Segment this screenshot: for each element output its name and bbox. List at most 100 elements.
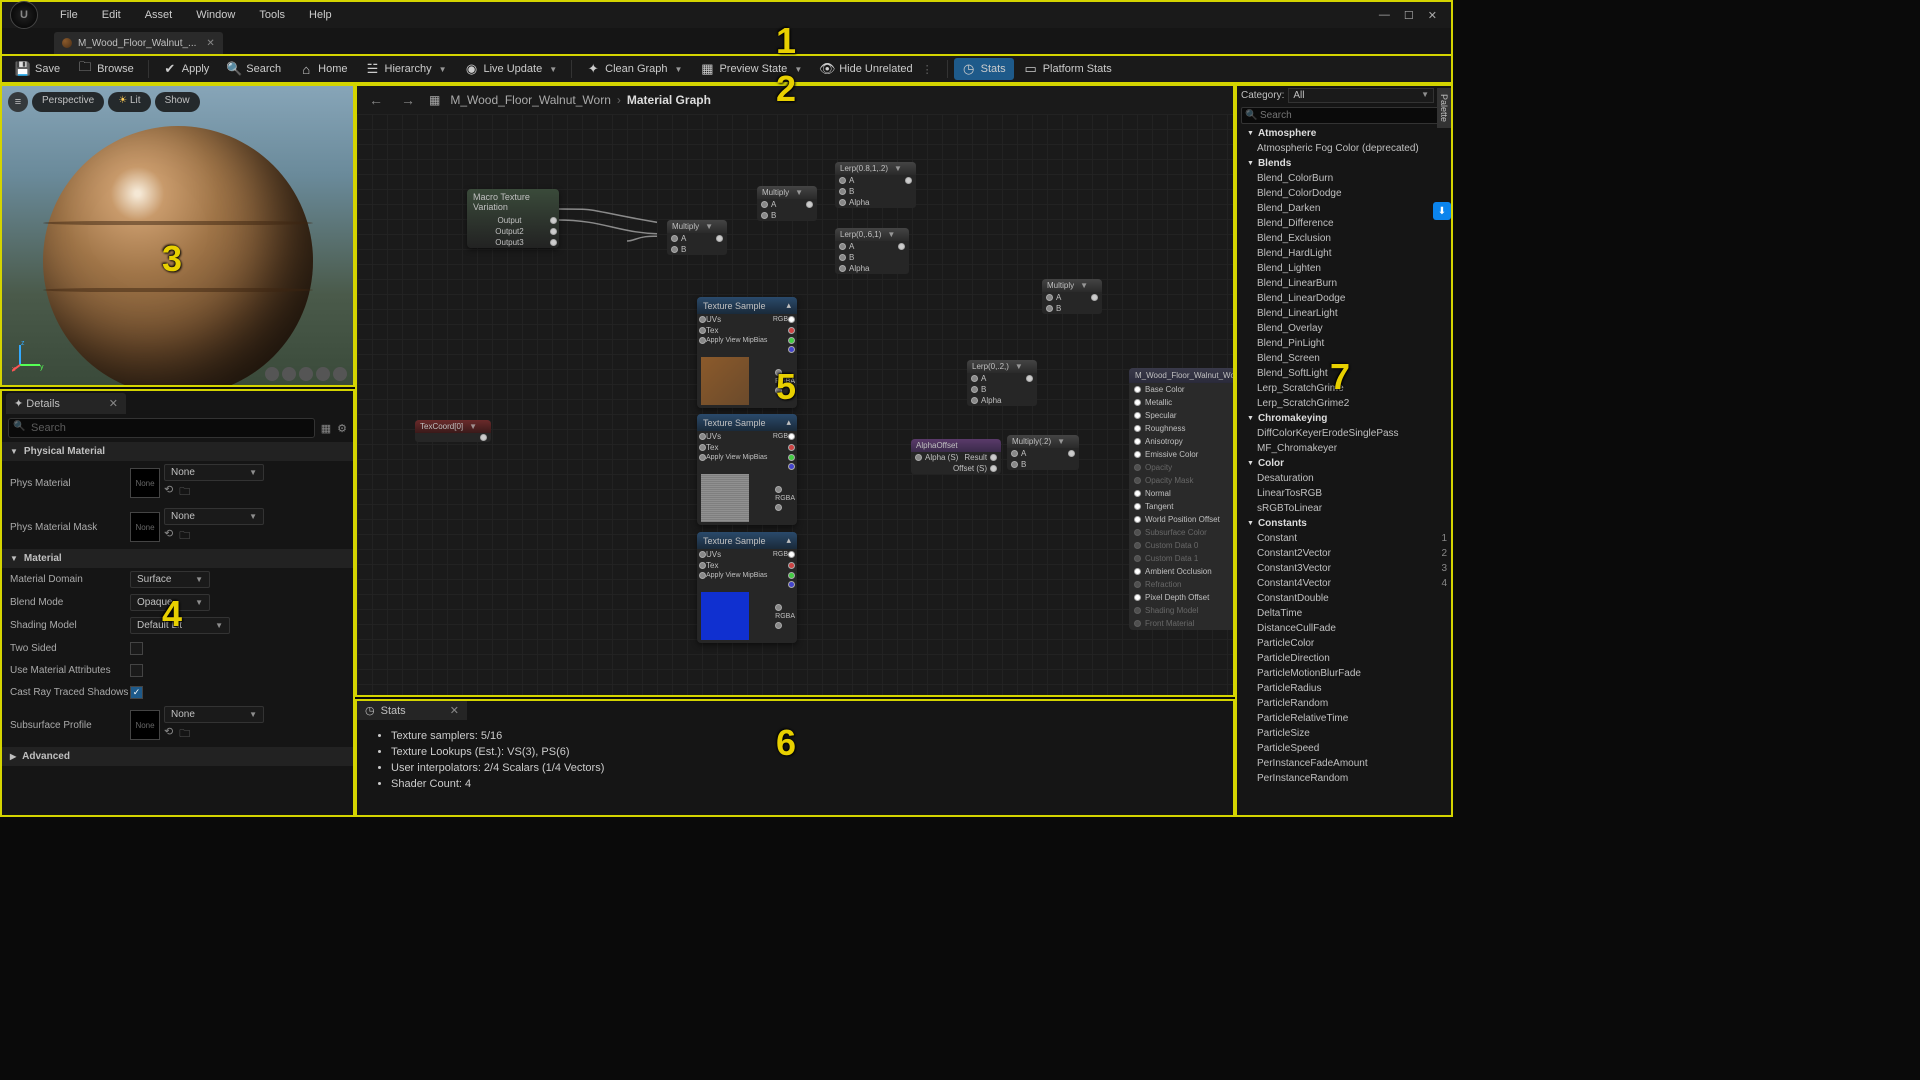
category-dropdown[interactable]: All▼ [1288,88,1434,103]
node-macro-texture-variation[interactable]: Macro Texture Variation Output Output2 O… [467,189,559,248]
hierarchy-button[interactable]: ☱Hierarchy▼ [358,58,455,80]
result-pin[interactable]: Pixel Depth Offset [1129,591,1233,604]
shape-mesh-icon[interactable] [333,367,347,381]
subsurface-thumb[interactable]: None [130,710,160,740]
palette-item[interactable]: Blend_Overlay [1237,321,1451,336]
palette-item[interactable]: ParticleSpeed [1237,741,1451,756]
palette-category[interactable]: ▼Chromakeying [1237,411,1451,426]
palette-item[interactable]: ParticleSize [1237,726,1451,741]
palette-item[interactable]: ParticleRandom [1237,696,1451,711]
use-icon[interactable]: ⟲ [164,483,173,502]
use-icon[interactable]: ⟲ [164,527,173,546]
palette-item[interactable]: Desaturation [1237,471,1451,486]
palette-item[interactable]: DiffColorKeyerErodeSinglePass [1237,426,1451,441]
palette-category[interactable]: ▼Constants [1237,516,1451,531]
result-pin[interactable]: Tangent [1129,500,1233,513]
result-pin[interactable]: Emissive Color [1129,448,1233,461]
result-pin[interactable]: Refraction [1129,578,1233,591]
save-button[interactable]: 💾Save [8,58,68,80]
browse-to-icon[interactable]: 🗀 [179,725,190,744]
maximize-button[interactable]: ☐ [1404,9,1414,22]
search-button[interactable]: 🔍Search [219,58,289,80]
show-dropdown[interactable]: Show [155,92,200,112]
node-texture-sample-2[interactable]: Texture Sample▴ UVsRGB Tex Apply View Mi… [697,414,797,525]
palette-item[interactable]: ConstantDouble [1237,591,1451,606]
palette-item[interactable]: LinearTosRGB [1237,486,1451,501]
details-settings-icon[interactable]: ⚙ [337,422,347,435]
section-advanced[interactable]: ▶Advanced [2,747,353,766]
material-domain-dropdown[interactable]: Surface▼ [130,571,210,588]
palette-item[interactable]: Constant4Vector4 [1237,576,1451,591]
nav-forward-icon[interactable]: → [397,90,419,110]
palette-side-tab[interactable]: Palette [1437,88,1451,128]
palette-item[interactable]: sRGBToLinear [1237,501,1451,516]
stats-tab[interactable]: ◷ Stats ✕ [357,701,467,720]
result-pin[interactable]: Specular [1129,409,1233,422]
live-update-button[interactable]: ◉Live Update▼ [457,58,566,80]
details-search-input[interactable]: Search [8,418,315,438]
graph-list-icon[interactable]: ▦ [429,93,440,107]
result-pin[interactable]: Custom Data 1 [1129,552,1233,565]
details-tab[interactable]: ✦ Details ✕ [6,393,126,414]
cast-ray-traced-checkbox[interactable]: ✓ [130,686,143,699]
palette-item[interactable]: DistanceCullFade [1237,621,1451,636]
perspective-dropdown[interactable]: Perspective [32,92,104,112]
palette-item[interactable]: Lerp_ScratchGrime2 [1237,396,1451,411]
node-multiply-3[interactable]: Multiply▼ A B [1042,279,1102,314]
palette-item[interactable]: Blend_LinearLight [1237,306,1451,321]
tab-close-icon[interactable]: ✕ [206,38,214,49]
use-mat-attr-checkbox[interactable] [130,664,143,677]
breadcrumb-asset[interactable]: M_Wood_Floor_Walnut_Worn [450,93,611,107]
palette-item[interactable]: ParticleRadius [1237,681,1451,696]
palette-item[interactable]: PerInstanceRandom [1237,771,1451,786]
graph-canvas[interactable]: Macro Texture Variation Output Output2 O… [357,114,1233,695]
app-logo[interactable]: U [10,1,38,29]
node-lerp-2[interactable]: Lerp(0,.6,1)▼ A B Alpha [835,228,909,274]
result-pin[interactable]: Base Color [1129,383,1233,396]
platform-stats-button[interactable]: ▭Platform Stats [1016,58,1120,80]
palette-item[interactable]: PerInstanceFadeAmount [1237,756,1451,771]
node-texture-sample-1[interactable]: Texture Sample▴ UVsRGB Tex Apply View Mi… [697,297,797,408]
palette-category[interactable]: ▼Blends [1237,156,1451,171]
node-alpha-offset[interactable]: AlphaOffset Alpha (S)Result Offset (S) [911,439,1001,474]
stats-button[interactable]: ◷Stats [954,58,1014,80]
minimize-button[interactable]: — [1379,9,1390,22]
section-material[interactable]: ▼Material [2,549,353,568]
phys-mask-thumb[interactable]: None [130,512,160,542]
palette-item[interactable]: Blend_Screen [1237,351,1451,366]
palette-item[interactable]: Constant1 [1237,531,1451,546]
apply-button[interactable]: ✔Apply [155,58,218,80]
palette-item[interactable]: ParticleDirection [1237,651,1451,666]
result-pin[interactable]: World Position Offset [1129,513,1233,526]
palette-item[interactable]: Blend_ColorBurn [1237,171,1451,186]
palette-search-input[interactable] [1241,107,1447,124]
browse-to-icon[interactable]: 🗀 [179,483,190,502]
section-physical-material[interactable]: ▼Physical Material [2,442,353,461]
clean-graph-button[interactable]: ✦Clean Graph▼ [578,58,690,80]
preview-viewport[interactable]: ≡ Perspective ☀ Lit Show zyx [0,84,355,387]
details-grid-icon[interactable]: ▦ [321,422,331,435]
blend-mode-dropdown[interactable]: Opaque▼ [130,594,210,611]
node-multiply-4[interactable]: Multiply(.2)▼ A B [1007,435,1079,470]
shading-model-dropdown[interactable]: Default Lit▼ [130,617,230,634]
palette-category[interactable]: ▼Color [1237,456,1451,471]
menu-file[interactable]: File [50,5,88,25]
palette-item[interactable]: Blend_Exclusion [1237,231,1451,246]
menu-window[interactable]: Window [186,5,245,25]
nav-back-icon[interactable]: ← [365,90,387,110]
palette-item[interactable]: Blend_SoftLight [1237,366,1451,381]
browse-to-icon[interactable]: 🗀 [179,527,190,546]
close-button[interactable]: ✕ [1428,9,1437,22]
result-pin[interactable]: Opacity Mask [1129,474,1233,487]
palette-item[interactable]: Atmospheric Fog Color (deprecated) [1237,141,1451,156]
palette-item[interactable]: Blend_Darken [1237,201,1451,216]
node-material-result[interactable]: M_Wood_Floor_Walnut_Worn Base ColorMetal… [1129,368,1233,630]
menu-tools[interactable]: Tools [249,5,295,25]
result-pin[interactable]: Normal [1129,487,1233,500]
subsurface-dropdown[interactable]: None▼ [164,706,264,723]
result-pin[interactable]: Ambient Occlusion [1129,565,1233,578]
menu-edit[interactable]: Edit [92,5,131,25]
menu-help[interactable]: Help [299,5,342,25]
home-button[interactable]: ⌂Home [291,58,355,80]
result-pin[interactable]: Custom Data 0 [1129,539,1233,552]
